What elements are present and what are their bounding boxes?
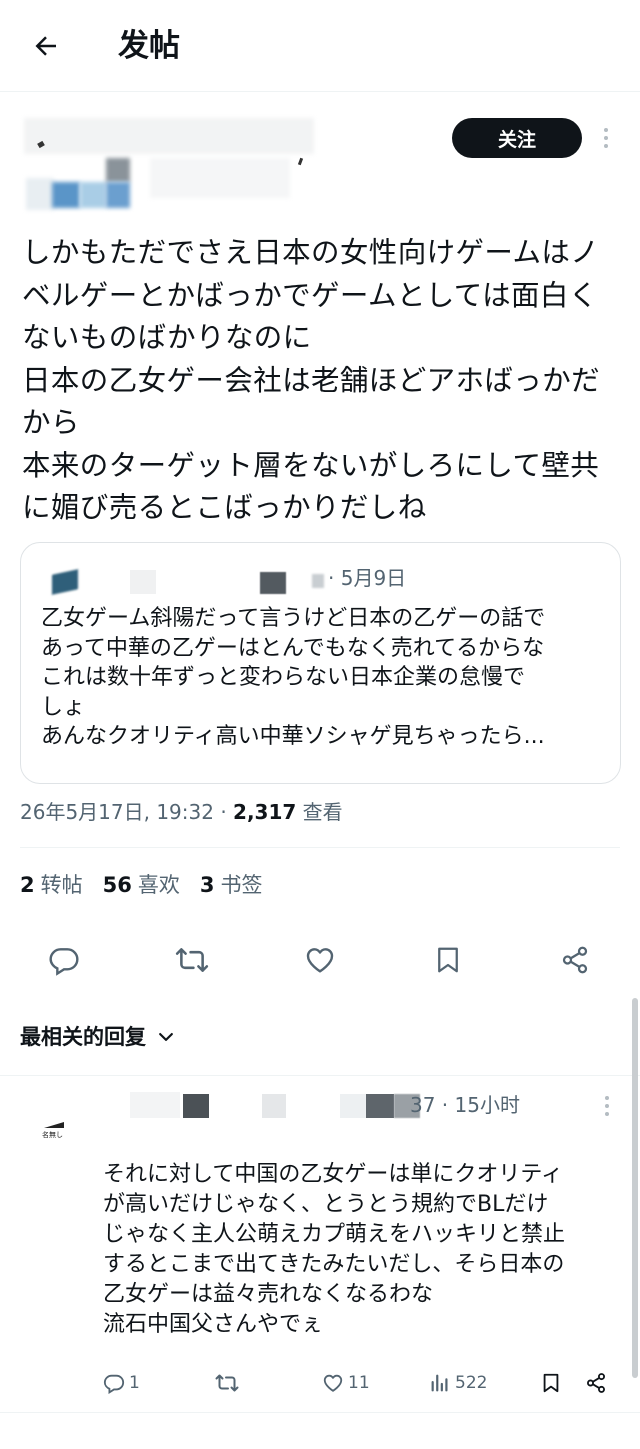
replies-sort-label: 最相关的回复: [20, 1025, 146, 1049]
reply-author-redaction: [262, 1094, 286, 1118]
reply-avatar[interactable]: 名無し: [24, 1088, 80, 1144]
reply-icon: [49, 948, 79, 976]
reply-meta: 37 · 15小时: [410, 1093, 520, 1117]
divider: [0, 1412, 640, 1413]
top-bar: 发帖: [0, 0, 640, 92]
reply-author-redaction: [340, 1094, 366, 1118]
reply-reply-button[interactable]: 1: [103, 1368, 140, 1398]
post-timestamp: 26年5月17日, 19:32 · 2,317 查看: [20, 798, 343, 826]
views-label: 查看: [296, 800, 343, 824]
reposts-count: 2: [20, 873, 35, 897]
author-redaction: [297, 157, 304, 166]
reply-author-redaction: [366, 1094, 394, 1118]
quoted-author-redaction: [260, 572, 286, 594]
reply-icon: [103, 1374, 125, 1394]
divider: [0, 1075, 640, 1076]
quoted-post-date: · 5月9日: [328, 566, 407, 590]
timestamp-text: 26年5月17日, 19:32 ·: [20, 800, 234, 824]
follow-button[interactable]: 关注: [452, 118, 582, 158]
replies-sort-dropdown[interactable]: 最相关的回复: [20, 1022, 176, 1052]
author-redaction: [24, 118, 314, 154]
author-redaction: [80, 182, 106, 208]
avatar: [26, 178, 54, 210]
repost-icon: [175, 948, 209, 972]
avatar-mark: [44, 1122, 64, 1128]
heart-icon: [323, 1374, 343, 1392]
arrow-left-icon: [35, 36, 56, 56]
share-button[interactable]: [557, 942, 593, 978]
quoted-author-redaction: [312, 574, 324, 588]
quoted-post-text: 乙女ゲーム斜陽だって言うけど日本の乙ゲーの話で あって中華の乙ゲーはとんでもなく…: [41, 606, 546, 749]
bookmarks-stat[interactable]: 3 书签: [200, 870, 263, 900]
chevron-down-icon: [159, 1033, 173, 1041]
reply-author-redaction: [130, 1092, 180, 1118]
share-icon: [562, 946, 588, 974]
likes-count: 56: [102, 873, 132, 897]
reposts-stat[interactable]: 2 转帖: [20, 870, 83, 900]
bookmarks-label: 书签: [220, 873, 263, 897]
reply-replies-count: 1: [129, 1373, 140, 1393]
reposts-label: 转帖: [40, 873, 83, 897]
post-text: しかもただでさえ日本の女性向けゲームはノ ベルゲーとかばっかでゲームとしては面白…: [22, 236, 601, 524]
reply-more-options-icon[interactable]: [605, 1096, 609, 1116]
post-stats: 2 转帖 56 喜欢 3 书签: [20, 870, 262, 900]
reply-text: それに対して中国の乙女ゲーは単にクオリティ が高いだけじゃなく、とうとう規約でB…: [103, 1162, 566, 1337]
repost-icon: [215, 1374, 239, 1392]
reply-views-button[interactable]: 522: [429, 1368, 487, 1398]
bookmark-button[interactable]: [430, 942, 466, 978]
bookmark-icon: [543, 1373, 559, 1393]
analytics-icon: [431, 1374, 448, 1392]
back-button[interactable]: [26, 26, 66, 66]
author-redaction: [52, 182, 80, 208]
quoted-author-redaction: [130, 570, 156, 594]
reply-repost-button[interactable]: [215, 1368, 239, 1398]
reply-like-button[interactable]: 11: [322, 1368, 370, 1398]
avatar-text: 名無し: [42, 1131, 63, 1139]
reply-bookmark-button[interactable]: [540, 1368, 562, 1398]
bookmark-icon: [438, 947, 458, 973]
reply-share-button[interactable]: [585, 1368, 607, 1398]
author-redaction: [106, 158, 130, 182]
divider: [20, 847, 620, 848]
reply-views-count: 522: [455, 1373, 488, 1393]
author-redaction: [150, 158, 290, 198]
reply-button[interactable]: [46, 942, 82, 978]
more-options-icon[interactable]: [604, 128, 608, 148]
reply-author-redaction: [183, 1094, 209, 1118]
heart-icon: [306, 948, 334, 973]
author-redaction: [106, 182, 130, 208]
views-count: 2,317: [233, 800, 297, 824]
like-button[interactable]: [302, 942, 338, 978]
share-icon: [587, 1373, 605, 1393]
page-title: 发帖: [118, 28, 180, 64]
likes-stat[interactable]: 56 喜欢: [103, 870, 180, 900]
likes-label: 喜欢: [137, 873, 180, 897]
repost-button[interactable]: [174, 942, 210, 978]
bookmarks-count: 3: [199, 873, 215, 897]
scrollbar[interactable]: [632, 998, 638, 1378]
reply-likes-count: 11: [348, 1373, 370, 1393]
